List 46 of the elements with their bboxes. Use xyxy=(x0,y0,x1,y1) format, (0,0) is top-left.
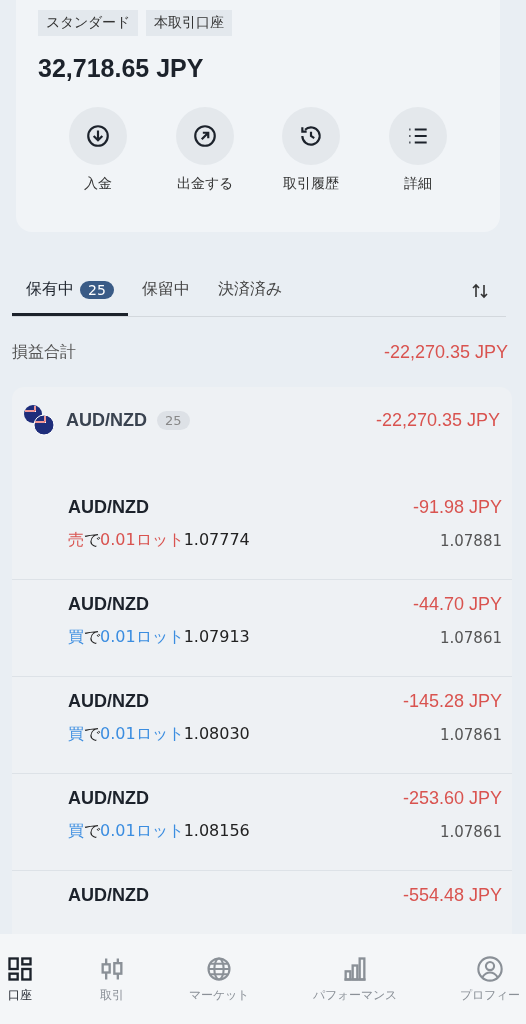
profit-loss: -554.48 JPY xyxy=(402,885,502,906)
profit-loss: -253.60 JPY xyxy=(402,788,502,809)
count-badge: 25 xyxy=(80,280,114,299)
arrow-circle-icon xyxy=(191,123,218,149)
tab[interactable]: 保有中 25 xyxy=(12,266,128,316)
sort-icon[interactable] xyxy=(470,281,490,301)
symbol: AUD/NZD xyxy=(68,594,149,615)
symbol: AUD/NZD xyxy=(68,691,149,712)
position-row[interactable]: AUD/NZD -253.60 JPY 買で0.01ロット 1.08156 1.07861 xyxy=(12,774,512,871)
count-badge: 25 xyxy=(157,410,190,430)
download-icon xyxy=(85,123,111,149)
tab[interactable]: 保留中 xyxy=(127,266,204,316)
order-detail: 売で0.01ロット 1.07774 xyxy=(68,530,250,551)
order-detail: 買で0.01ロット 1.07913 xyxy=(68,627,250,648)
current-price: 1.07861 xyxy=(439,628,502,647)
position-row[interactable]: AUD/NZD -145.28 JPY 買で0.01ロット 1.08030 1.07861 xyxy=(12,677,512,774)
grid-icon xyxy=(6,954,34,983)
account-tag: 本取引口座 xyxy=(146,10,232,36)
position-row[interactable]: AUD/NZD -44.70 JPY 買で0.01ロット 1.07913 1.07861 xyxy=(12,580,512,677)
profit-loss: -44.70 JPY xyxy=(412,594,502,615)
profit-loss: -145.28 JPY xyxy=(402,691,502,712)
summary-value: -22,270.35 JPY xyxy=(383,341,508,363)
tab[interactable]: 決済済み xyxy=(203,266,296,316)
current-price: 1.07861 xyxy=(439,725,502,744)
profile-icon xyxy=(476,954,504,983)
current-price: 1.07881 xyxy=(439,531,502,550)
action-label: 詳細 xyxy=(403,175,432,193)
globe-icon xyxy=(205,954,233,983)
current-price: 1.07861 xyxy=(439,822,502,841)
position-row[interactable]: AUD/NZD -91.98 JPY 売で0.01ロット 1.07774 1.07881 xyxy=(12,483,512,580)
flag-icon xyxy=(22,403,56,437)
profit-loss: -91.98 JPY xyxy=(412,497,502,518)
symbol: AUD/NZD xyxy=(66,409,147,431)
order-detail: 買で0.01ロット 1.08156 xyxy=(68,821,250,842)
symbol: AUD/NZD xyxy=(68,788,149,809)
order-detail: 買で0.01ロット 1.08030 xyxy=(68,724,250,745)
account-tag: スタンダード xyxy=(38,10,138,36)
profit-loss: -22,270.35 JPY xyxy=(375,409,500,431)
balance: 32,718.65 JPY xyxy=(38,54,205,83)
nav-item[interactable]: 口座 xyxy=(4,954,36,1004)
action-label: 出金する xyxy=(176,175,233,193)
action-label: 入金 xyxy=(84,175,112,193)
summary-label: 損益合計 xyxy=(12,341,76,363)
symbol: AUD/NZD xyxy=(68,885,149,906)
action-label: 取引履歴 xyxy=(283,175,340,193)
symbol: AUD/NZD xyxy=(68,497,149,518)
